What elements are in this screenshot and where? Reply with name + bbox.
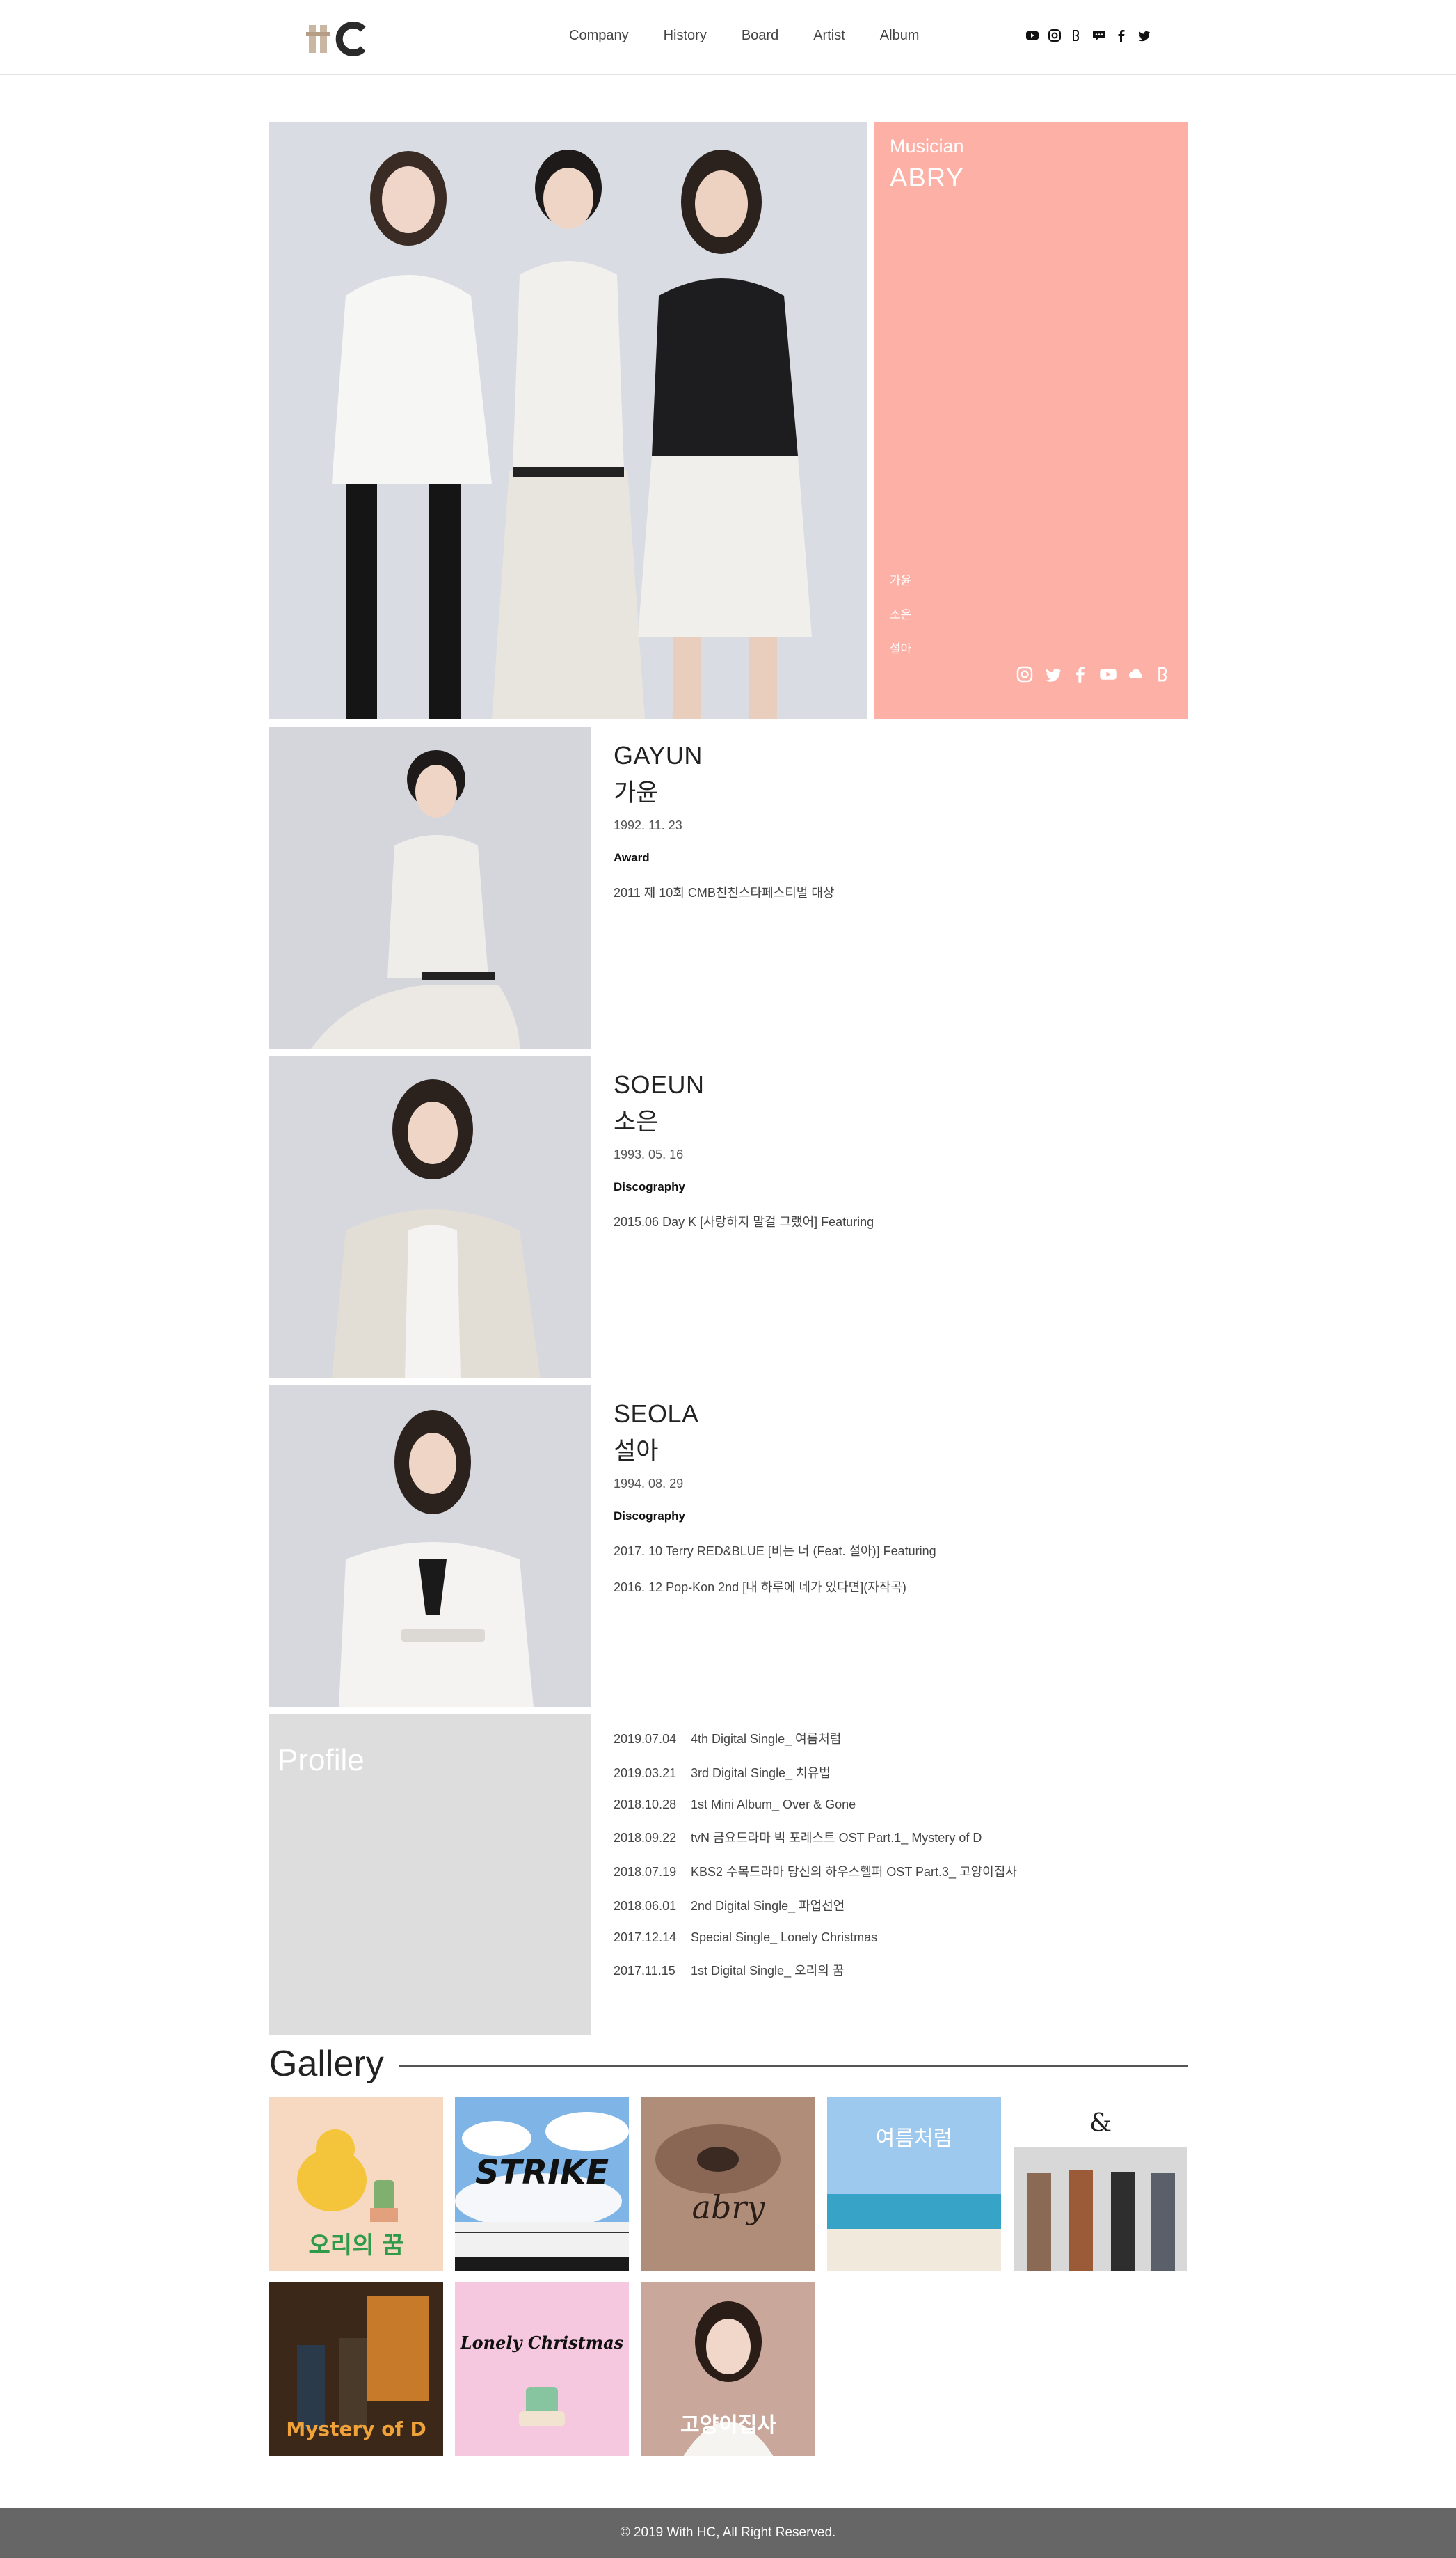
discography-row: 2019.07.04 4th Digital Single_ 여름처럼 — [614, 1729, 1017, 1747]
gallery-cover-7[interactable]: Lonely Christmas — [455, 2282, 629, 2456]
nav-company[interactable]: Company — [569, 28, 629, 44]
cover-title: STRIKE — [475, 2153, 609, 2192]
band-icon[interactable] — [1155, 665, 1173, 683]
release-title: 1st Mini Album_ Over & Gone — [691, 1797, 856, 1811]
member-name-en: SEOLA — [614, 1399, 699, 1428]
cover-title: Mystery of D — [286, 2417, 426, 2440]
member-birthdate: 1993. 05. 16 — [614, 1147, 684, 1161]
member-photo-soeun — [269, 1056, 591, 1378]
gallery-cover-8[interactable]: 고양이집사 — [641, 2282, 815, 2456]
member-birthdate: 1992. 11. 23 — [614, 818, 682, 832]
release-date: 2018.10.28 — [614, 1797, 677, 1811]
artist-panel: Musician ABRY 가윤 소은 설아 — [874, 122, 1188, 719]
member-name-ko: 가윤 — [614, 779, 659, 807]
twitter-icon[interactable] — [1137, 29, 1151, 42]
member-link-soeun[interactable]: 소은 — [890, 605, 911, 622]
release-date: 2018.06.01 — [614, 1899, 677, 1913]
cover-title: & — [1089, 2109, 1112, 2138]
group-photo — [269, 122, 867, 719]
member-name-en: SOEUN — [614, 1070, 705, 1099]
discography-row: 2019.03.21 3rd Digital Single_ 치유법 — [614, 1763, 1017, 1781]
discography-row: 2018.07.19 KBS2 수목드라마 당신의 하우스헬퍼 OST Part.… — [614, 1862, 1017, 1880]
release-title: tvN 금요드라마 빅 포레스트 OST Part.1_ Mystery of … — [691, 1831, 982, 1845]
release-title: 3rd Digital Single_ 치유법 — [691, 1766, 831, 1780]
gallery-title: Gallery — [269, 2044, 384, 2084]
nav-artist[interactable]: Artist — [813, 28, 845, 44]
cover-title: 고양이집사 — [680, 2413, 776, 2438]
discography-row: 2018.09.22 tvN 금요드라마 빅 포레스트 OST Part.1_ M… — [614, 1828, 1017, 1846]
twitter-icon[interactable] — [1043, 665, 1062, 683]
release-title: 2nd Digital Single_ 파업선언 — [691, 1899, 845, 1913]
profile-title: Profile — [278, 1743, 365, 1777]
member-link-seola[interactable]: 설아 — [890, 639, 911, 656]
member-link-gayun[interactable]: 가윤 — [890, 571, 911, 588]
instagram-icon[interactable] — [1048, 29, 1062, 42]
member-links: 가윤 소은 설아 — [890, 571, 911, 673]
gallery-cover-1[interactable]: 오리의 꿈 — [269, 2097, 443, 2271]
member-section-label: Discography — [614, 1180, 685, 1193]
member-photo-seola — [269, 1385, 591, 1707]
artist-caption: Musician — [890, 136, 964, 157]
member-section-label: Award — [614, 851, 650, 864]
member-item: 2017. 10 Terry RED&BLUE [비는 너 (Feat. 설아)… — [614, 1544, 936, 1558]
cloud-icon[interactable] — [1127, 665, 1145, 683]
member-info-soeun: SOEUN 소은 1993. 05. 16 Discography 2015.0… — [614, 1070, 1170, 1230]
cover-title: 여름처럼 — [876, 2127, 952, 2151]
cover-title: 오리의 꿈 — [309, 2232, 404, 2259]
gallery-cover-2[interactable]: STRIKE — [455, 2097, 629, 2271]
artist-social — [1016, 665, 1173, 683]
discography-row: 2018.06.01 2nd Digital Single_ 파업선언 — [614, 1896, 1017, 1914]
gallery-divider — [399, 2065, 1188, 2067]
release-title: 1st Digital Single_ 오리의 꿈 — [691, 1964, 845, 1978]
release-title: KBS2 수목드라마 당신의 하우스헬퍼 OST Part.3_ 고양이집사 — [691, 1865, 1017, 1879]
gallery-cover-4[interactable]: 여름처럼 — [827, 2097, 1001, 2271]
member-section-label: Discography — [614, 1509, 685, 1523]
member-item: 2016. 12 Pop-Kon 2nd [내 하루에 네가 있다면](자작곡) — [614, 1580, 906, 1594]
release-date: 2019.07.04 — [614, 1732, 677, 1746]
artist-name: ABRY — [890, 164, 964, 193]
release-date: 2018.07.19 — [614, 1865, 677, 1879]
release-title: 4th Digital Single_ 여름처럼 — [691, 1732, 842, 1746]
release-date: 2018.09.22 — [614, 1831, 677, 1845]
site-header: Company History Board Artist Album — [0, 0, 1456, 75]
member-info-seola: SEOLA 설아 1994. 08. 29 Discography 2017. … — [614, 1399, 1170, 1596]
release-date: 2017.12.14 — [614, 1930, 677, 1944]
discography-row: 2017.11.15 1st Digital Single_ 오리의 꿈 — [614, 1961, 1017, 1979]
youtube-icon[interactable] — [1025, 29, 1039, 42]
nav-board[interactable]: Board — [742, 28, 778, 44]
site-footer: © 2019 With HC, All Right Reserved. — [0, 2508, 1456, 2558]
discography-row: 2018.10.28 1st Mini Album_ Over & Gone — [614, 1797, 1017, 1812]
band-icon[interactable] — [1070, 29, 1084, 42]
gallery-cover-6[interactable]: Mystery of D — [269, 2282, 443, 2456]
member-name-en: GAYUN — [614, 741, 703, 770]
member-item: 2011 제 10회 CMB친친스타페스티벌 대상 — [614, 886, 835, 900]
cover-title: abry — [692, 2188, 766, 2226]
release-title: Special Single_ Lonely Christmas — [691, 1930, 878, 1944]
youtube-icon[interactable] — [1099, 665, 1117, 683]
member-birthdate: 1994. 08. 29 — [614, 1477, 684, 1491]
member-item: 2015.06 Day K [사랑하지 말걸 그랬어] Featuring — [614, 1215, 874, 1229]
release-date: 2017.11.15 — [614, 1964, 675, 1978]
gallery-cover-3[interactable]: abry — [641, 2097, 815, 2271]
main-nav: Company History Board Artist Album — [569, 28, 954, 44]
facebook-icon[interactable] — [1114, 29, 1128, 42]
discography-row: 2017.12.14 Special Single_ Lonely Christm… — [614, 1930, 1017, 1945]
facebook-icon[interactable] — [1071, 665, 1089, 683]
instagram-icon[interactable] — [1016, 665, 1034, 683]
nav-history[interactable]: History — [664, 28, 707, 44]
profile-box: Profile — [269, 1714, 591, 2035]
discography-list: 2019.07.04 4th Digital Single_ 여름처럼 2019.… — [614, 1729, 1017, 1995]
member-name-ko: 설아 — [614, 1438, 659, 1465]
member-photo-gayun — [269, 727, 591, 1049]
nav-album[interactable]: Album — [880, 28, 920, 44]
chat-icon[interactable] — [1092, 29, 1106, 42]
header-social — [1025, 29, 1151, 42]
cover-title: Lonely Christmas — [460, 2333, 624, 2353]
member-name-ko: 소은 — [614, 1109, 659, 1136]
member-info-gayun: GAYUN 가윤 1992. 11. 23 Award 2011 제 10회 C… — [614, 741, 1170, 901]
logo[interactable] — [305, 18, 374, 57]
gallery-cover-5[interactable]: & — [1014, 2097, 1187, 2271]
release-date: 2019.03.21 — [614, 1766, 677, 1780]
